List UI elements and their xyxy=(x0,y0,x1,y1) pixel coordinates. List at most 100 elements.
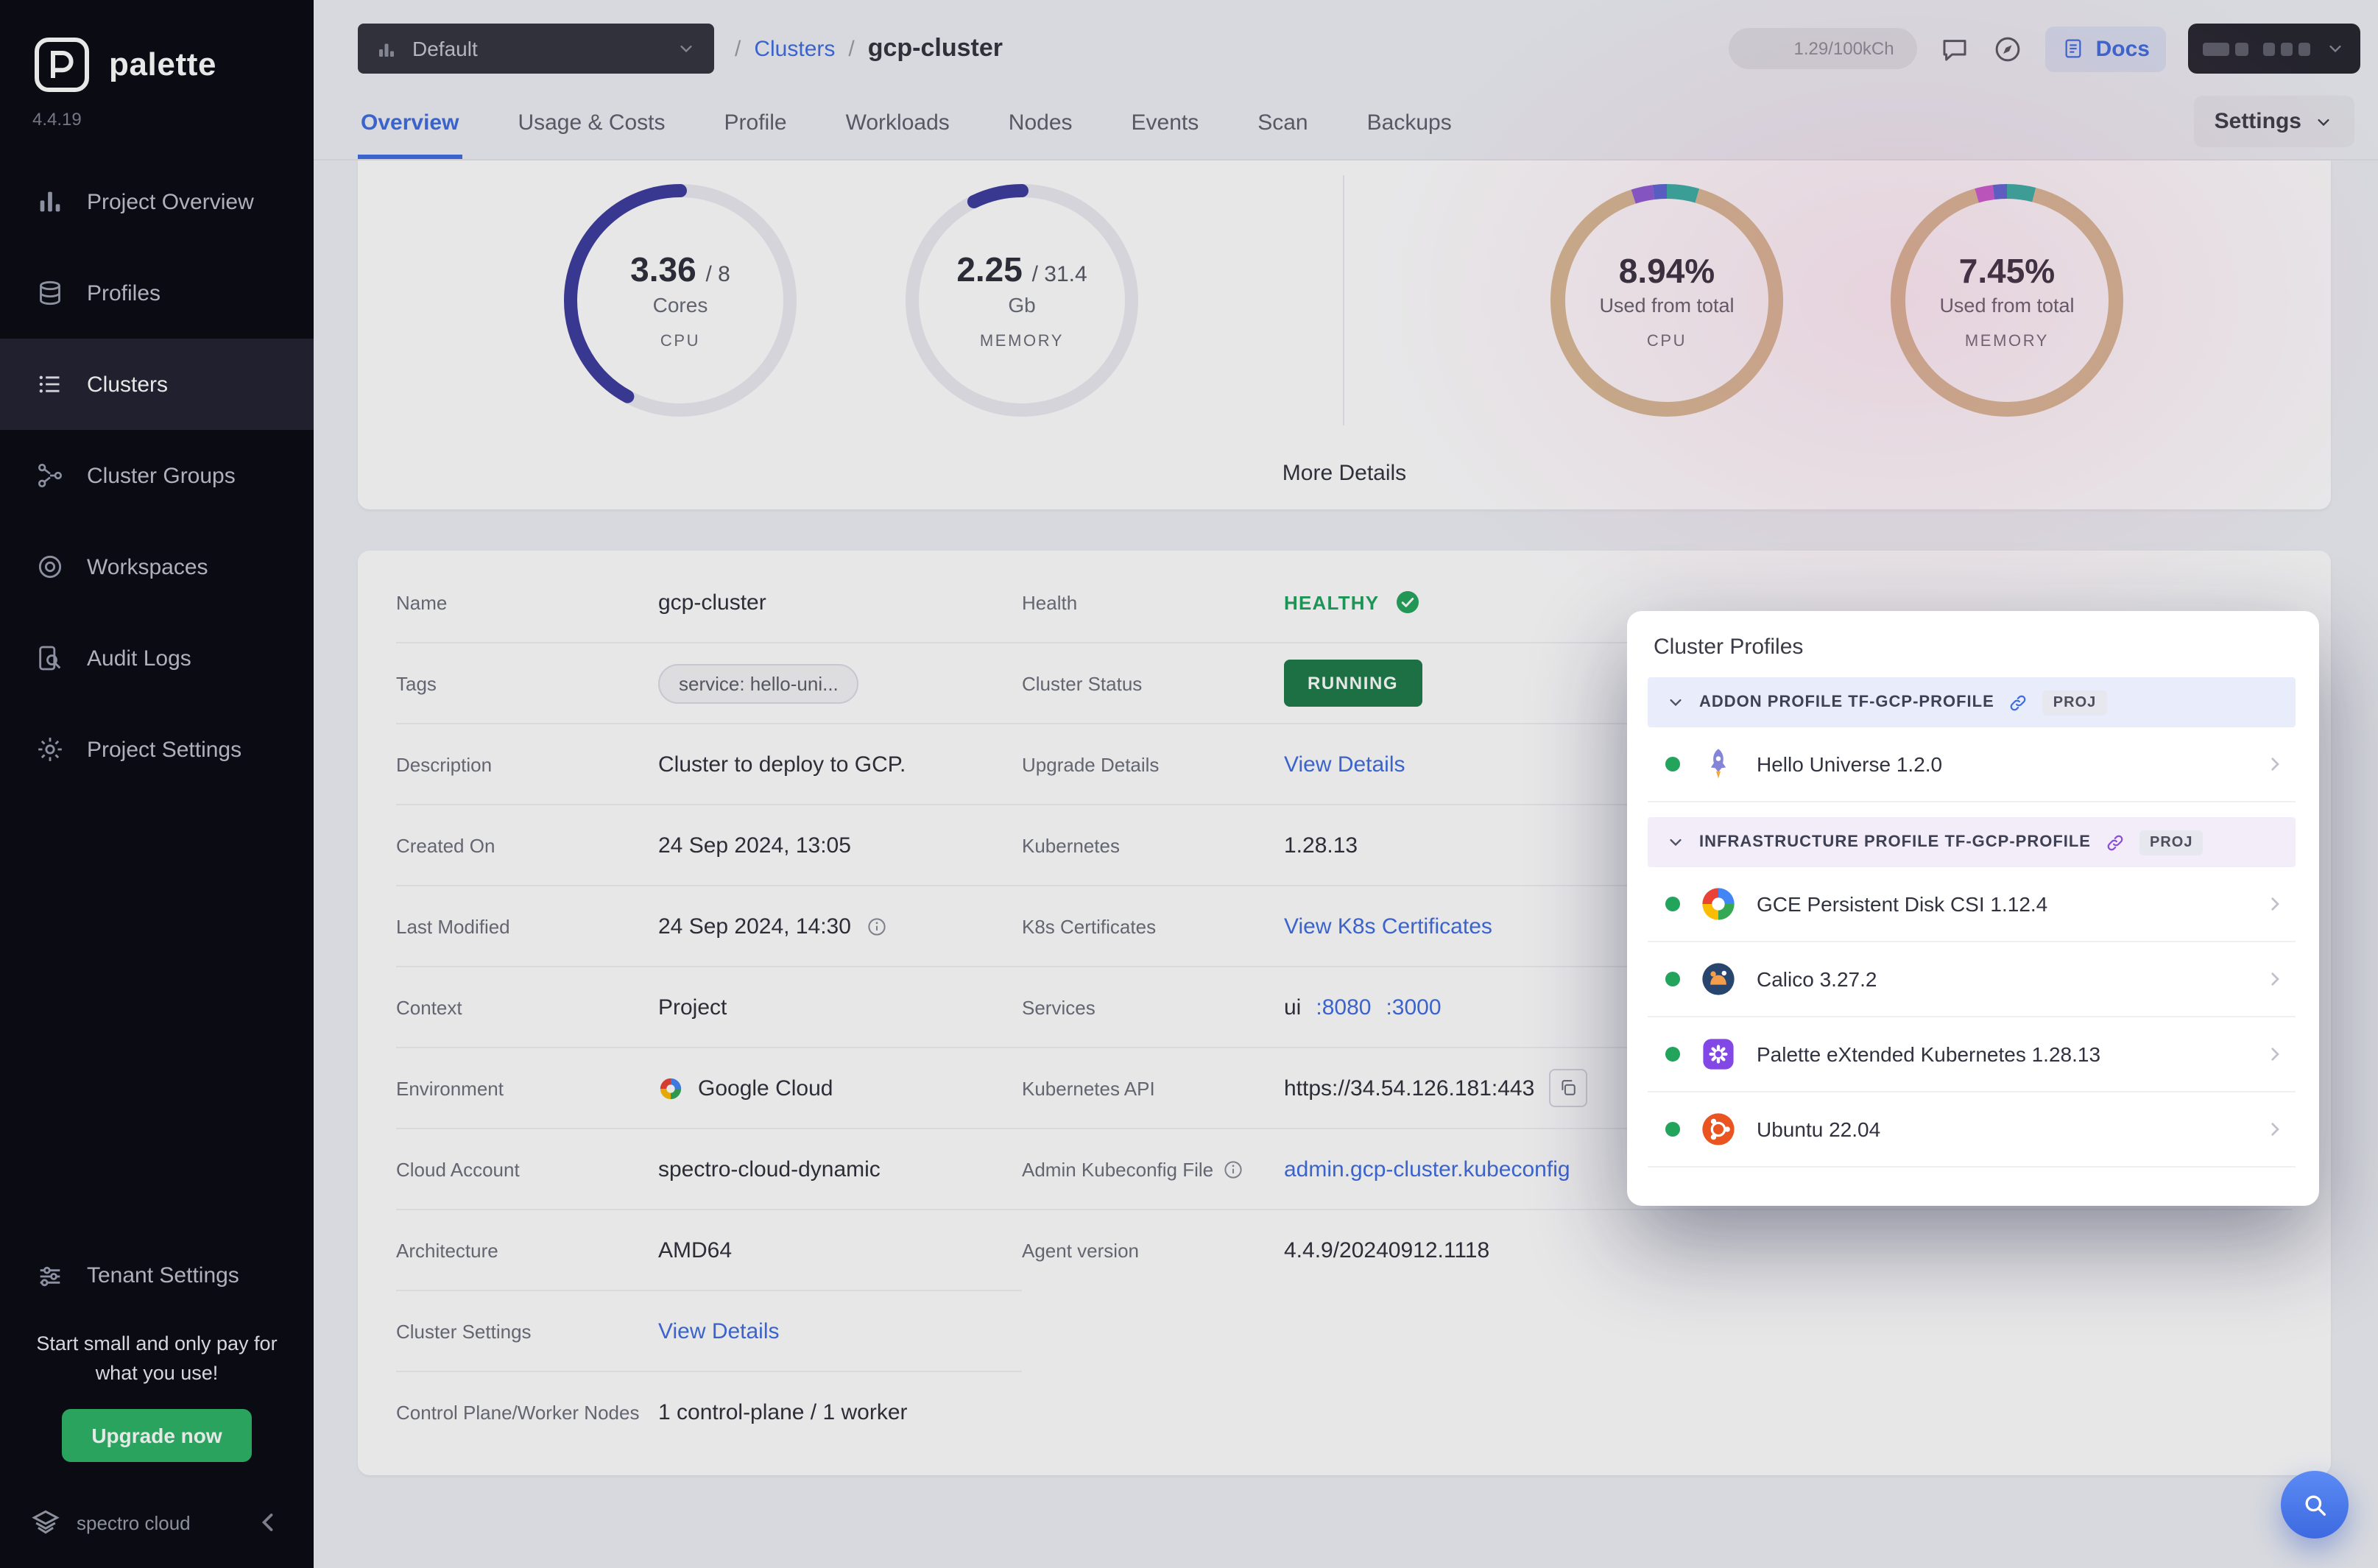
detail-row-last-modified: Last Modified24 Sep 2024, 14:30 xyxy=(396,886,1022,967)
cpu-used-value: 3.36 xyxy=(630,250,696,289)
detail-label: Description xyxy=(396,753,658,775)
more-details-button[interactable]: More Details xyxy=(358,434,2331,509)
detail-value: spectro-cloud-dynamic xyxy=(658,1156,881,1182)
link-icon xyxy=(2008,691,2030,713)
cluster-profiles-popup: Cluster Profiles ADDON PROFILE TF-GCP-PR… xyxy=(1627,611,2319,1206)
detail-row-created-on: Created On24 Sep 2024, 13:05 xyxy=(396,805,1022,886)
workspaces-icon xyxy=(35,552,65,582)
cluster-status-badge: RUNNING xyxy=(1284,660,1422,707)
breadcrumb-clusters-link[interactable]: Clusters xyxy=(754,36,835,61)
profile-item-palette-extended-kubernetes-1-28-13[interactable]: Palette eXtended Kubernetes 1.28.13 xyxy=(1648,1017,2296,1092)
check-circle-icon xyxy=(1394,589,1420,615)
sidebar-item-tenant-settings[interactable]: Tenant Settings xyxy=(0,1237,314,1314)
sidebar-item-audit-logs[interactable]: Audit Logs xyxy=(0,612,314,704)
popup-body: ADDON PROFILE TF-GCP-PROFILEPROJHello Un… xyxy=(1648,677,2296,1168)
sidebar-item-workspaces[interactable]: Workspaces xyxy=(0,521,314,612)
detail-value: 1 control-plane / 1 worker xyxy=(658,1399,908,1424)
sidebar-item-profiles[interactable]: Profiles xyxy=(0,247,314,339)
sidebar-bottom: Tenant Settings Start small and only pay… xyxy=(0,1237,314,1568)
profile-item-calico-3-27-2[interactable]: Calico 3.27.2 xyxy=(1648,942,2296,1017)
sidebar-item-label: Project Overview xyxy=(87,189,254,214)
audit-icon xyxy=(35,643,65,673)
info-icon[interactable] xyxy=(1222,1158,1244,1180)
detail-label: Created On xyxy=(396,834,658,856)
tab-backups[interactable]: Backups xyxy=(1364,90,1455,159)
profile-item-hello-universe-1-2-0[interactable]: Hello Universe 1.2.0 xyxy=(1648,727,2296,802)
breadcrumb-separator: / xyxy=(735,36,741,61)
profile-section-addon-profile-tf-gcp-profile[interactable]: ADDON PROFILE TF-GCP-PROFILEPROJ xyxy=(1648,677,2296,727)
sidebar-item-cluster-groups[interactable]: Cluster Groups xyxy=(0,430,314,521)
help-compass-icon[interactable] xyxy=(1993,33,2024,64)
sidebar-nav: Project Overview ProfilesClusters Cluster … xyxy=(0,156,314,795)
tab-events[interactable]: Events xyxy=(1129,90,1202,159)
chevron-right-icon xyxy=(2263,752,2287,776)
groups-icon xyxy=(35,461,65,490)
cpu-total-label: CPU xyxy=(1647,332,1687,350)
brand-name: palette xyxy=(109,46,216,84)
chevron-down-icon xyxy=(1665,832,1686,852)
tab-overview[interactable]: Overview xyxy=(358,90,462,159)
tools-icon xyxy=(35,1261,65,1290)
detail-label: Name xyxy=(396,591,658,613)
memory-total-label: MEMORY xyxy=(1965,332,2049,350)
cpu-total-ring: 8.94% Used from total CPU xyxy=(1550,184,1783,417)
profile-section-infrastructure-profile-tf-gcp-profile[interactable]: INFRASTRUCTURE PROFILE TF-GCP-PROFILEPRO… xyxy=(1648,817,2296,867)
detail-label: Cloud Account xyxy=(396,1158,658,1180)
status-dot xyxy=(1665,1122,1680,1137)
chevron-right-icon xyxy=(2263,892,2287,916)
sidebar-collapse-icon[interactable] xyxy=(252,1506,284,1539)
copy-button[interactable] xyxy=(1549,1069,1587,1107)
tab-workloads[interactable]: Workloads xyxy=(843,90,953,159)
upgrade-promo-text: Start small and only pay for what you us… xyxy=(27,1329,287,1388)
detail-row-architecture: ArchitectureAMD64 xyxy=(396,1210,1022,1291)
docs-label: Docs xyxy=(2096,36,2150,61)
upgrade-now-button[interactable]: Upgrade now xyxy=(62,1409,251,1462)
info-icon[interactable] xyxy=(866,915,888,937)
tab-scan[interactable]: Scan xyxy=(1255,90,1310,159)
detail-label: Health xyxy=(1022,591,1284,613)
search-fab[interactable] xyxy=(2281,1471,2349,1539)
sidebar-item-project-settings[interactable]: Project Settings xyxy=(0,704,314,795)
tag-pill[interactable]: service: hello-uni... xyxy=(658,663,859,703)
sidebar-item-label: Workspaces xyxy=(87,554,208,579)
detail-value: AMD64 xyxy=(658,1237,732,1262)
redacted-bars xyxy=(2203,42,2248,55)
profile-section-name: ADDON PROFILE TF-GCP-PROFILE xyxy=(1699,693,1994,711)
sidebar-item-project-overview[interactable]: Project Overview xyxy=(0,156,314,247)
chevron-down-icon xyxy=(1665,692,1686,713)
detail-row-cluster-settings: Cluster SettingsView Details xyxy=(396,1291,1022,1372)
detail-link-admin-gcp-cluster-kubeconfig[interactable]: admin.gcp-cluster.kubeconfig xyxy=(1284,1156,1570,1182)
service-port-link[interactable]: :8080 xyxy=(1316,995,1371,1020)
tab-usage-costs[interactable]: Usage & Costs xyxy=(515,90,668,159)
docs-button[interactable]: Docs xyxy=(2046,26,2166,71)
usage-quota-pill: 1.29/100kCh xyxy=(1729,28,1918,69)
detail-label: Kubernetes API xyxy=(1022,1077,1284,1099)
project-icon xyxy=(375,38,398,60)
profile-item-gce-persistent-disk-csi-1-12-4[interactable]: GCE Persistent Disk CSI 1.12.4 xyxy=(1648,867,2296,942)
user-menu-redacted[interactable] xyxy=(2188,24,2360,74)
detail-link-view-details[interactable]: View Details xyxy=(658,1318,780,1343)
chevron-down-icon xyxy=(2325,38,2346,59)
tab-profile[interactable]: Profile xyxy=(721,90,790,159)
footer-brand-label: spectro cloud xyxy=(77,1511,191,1533)
tab-nodes[interactable]: Nodes xyxy=(1006,90,1076,159)
profile-item-ubuntu-22-04[interactable]: Ubuntu 22.04 xyxy=(1648,1092,2296,1168)
detail-link-view-details[interactable]: View Details xyxy=(1284,752,1405,777)
project-selector[interactable]: Default xyxy=(358,24,714,74)
detail-link-view-k8s-certificates[interactable]: View K8s Certificates xyxy=(1284,914,1492,939)
chat-icon[interactable] xyxy=(1940,33,1971,64)
detail-row-control-plane-worker-nodes: Control Plane/Worker Nodes1 control-plan… xyxy=(396,1372,1022,1452)
profile-item-name: GCE Persistent Disk CSI 1.12.4 xyxy=(1757,892,2244,916)
detail-label: Last Modified xyxy=(396,915,658,937)
gear-icon xyxy=(35,735,65,764)
sidebar-item-clusters[interactable]: Clusters xyxy=(0,339,314,430)
service-port-link[interactable]: :3000 xyxy=(1386,995,1441,1020)
breadcrumb-separator: / xyxy=(848,36,854,61)
memory-used-value: 2.25 xyxy=(956,250,1023,289)
sidebar-item-label: Cluster Groups xyxy=(87,463,236,488)
detail-value: ui xyxy=(1284,995,1301,1020)
search-icon xyxy=(2300,1490,2329,1519)
settings-button[interactable]: Settings xyxy=(2194,96,2354,147)
ubuntu-icon xyxy=(1699,1110,1737,1148)
profile-item-name: Calico 3.27.2 xyxy=(1757,967,2244,991)
